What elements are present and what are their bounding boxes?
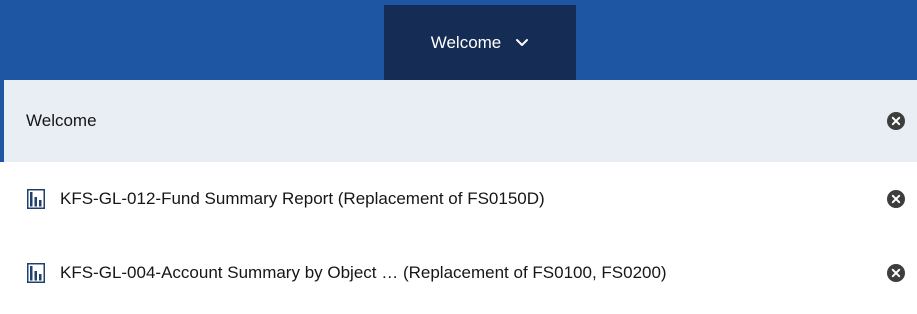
welcome-tab-label: Welcome <box>430 32 502 52</box>
report-icon <box>27 263 45 283</box>
open-reports-menu: Welcome KFS-GL-012-Fund Summary Report (… <box>0 80 917 310</box>
close-icon[interactable] <box>887 264 905 282</box>
report-icon <box>27 189 45 209</box>
top-navigation-bar: Welcome <box>0 0 917 80</box>
chevron-down-icon <box>516 38 529 46</box>
menu-item-label: KFS-GL-004-Account Summary by Object … (… <box>60 263 667 282</box>
menu-item-account-summary-report[interactable]: KFS-GL-004-Account Summary by Object … (… <box>0 236 917 310</box>
menu-item-fund-summary-report[interactable]: KFS-GL-012-Fund Summary Report (Replacem… <box>0 162 917 236</box>
menu-item-welcome[interactable]: Welcome <box>0 80 917 162</box>
menu-item-label: Welcome <box>26 111 97 130</box>
menu-item-label: KFS-GL-012-Fund Summary Report (Replacem… <box>60 189 545 208</box>
close-icon[interactable] <box>887 190 905 208</box>
close-icon[interactable] <box>887 112 905 130</box>
welcome-tab-dropdown[interactable]: Welcome <box>384 5 576 80</box>
